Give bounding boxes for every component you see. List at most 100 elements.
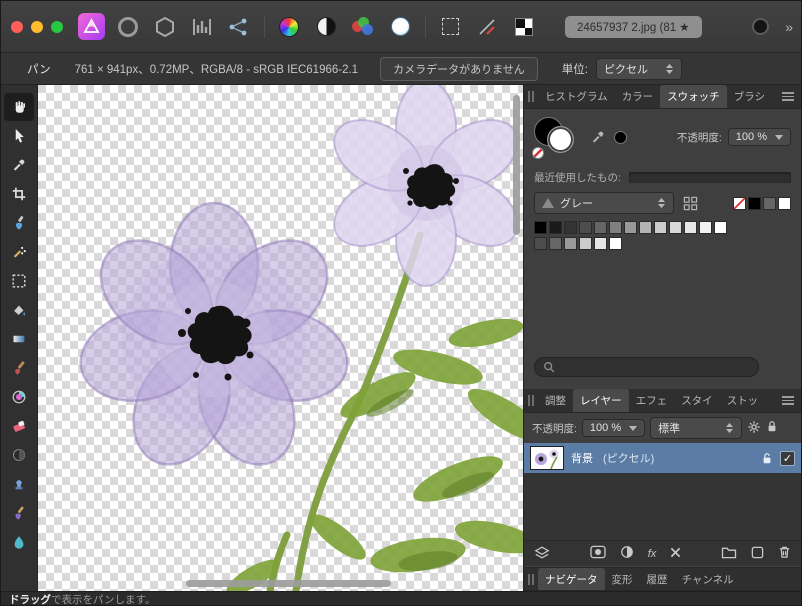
layer-thumbnail[interactable] bbox=[530, 446, 564, 470]
color-swatch[interactable] bbox=[714, 221, 727, 234]
canvas[interactable] bbox=[38, 85, 523, 591]
tab-histogram[interactable]: ヒストグラム bbox=[538, 85, 615, 108]
color-swatch[interactable] bbox=[579, 237, 592, 250]
color-swatch[interactable] bbox=[564, 237, 577, 250]
pixel-tool[interactable] bbox=[4, 383, 34, 411]
panel-grip-icon[interactable] bbox=[524, 389, 538, 412]
tab-layers[interactable]: レイヤー bbox=[573, 389, 629, 412]
swatch-category-dropdown[interactable]: グレー bbox=[534, 192, 674, 214]
crop-tool[interactable] bbox=[4, 180, 34, 208]
panel-menu-button[interactable] bbox=[782, 85, 801, 108]
color-swatch[interactable] bbox=[748, 197, 761, 210]
recent-swatches-strip[interactable] bbox=[629, 172, 791, 183]
color-swatch[interactable] bbox=[609, 237, 622, 250]
develop-persona-button[interactable] bbox=[151, 13, 179, 41]
swatch-grid-view-button[interactable] bbox=[680, 194, 700, 212]
blend-options-button[interactable] bbox=[747, 420, 761, 437]
auto-white-balance-button[interactable] bbox=[386, 13, 414, 41]
blend-mode-dropdown[interactable]: 標準 bbox=[650, 417, 742, 439]
color-swatch[interactable] bbox=[669, 221, 682, 234]
tab-transform[interactable]: 変形 bbox=[605, 568, 640, 590]
fill-stroke-selector[interactable] bbox=[534, 115, 590, 159]
blur-tool[interactable] bbox=[4, 528, 34, 556]
tab-channels[interactable]: チャンネル bbox=[675, 568, 741, 590]
tab-history[interactable]: 履歴 bbox=[640, 568, 675, 590]
panel-grip-icon[interactable] bbox=[524, 568, 538, 590]
tab-stock[interactable]: ストッ bbox=[720, 389, 766, 412]
unlock-icon[interactable] bbox=[761, 452, 773, 465]
color-swatch[interactable] bbox=[579, 221, 592, 234]
color-swatch[interactable] bbox=[699, 221, 712, 234]
camera-data-button[interactable]: カメラデータがありません bbox=[380, 57, 538, 81]
auto-contrast-button[interactable] bbox=[312, 13, 340, 41]
panel-grip-icon[interactable] bbox=[524, 85, 538, 108]
tone-mapping-persona-button[interactable] bbox=[188, 13, 216, 41]
color-swatch[interactable] bbox=[594, 237, 607, 250]
snapping-button[interactable] bbox=[473, 13, 501, 41]
tab-adjustments[interactable]: 調整 bbox=[538, 389, 573, 412]
flood-select-tool[interactable] bbox=[4, 238, 34, 266]
tab-effects[interactable]: エフェ bbox=[629, 389, 675, 412]
export-persona-button[interactable] bbox=[225, 13, 253, 41]
tab-color[interactable]: カラー bbox=[615, 85, 661, 108]
units-dropdown[interactable]: ピクセル bbox=[596, 58, 682, 80]
color-swatch[interactable] bbox=[763, 197, 776, 210]
swatch-search-input[interactable] bbox=[534, 357, 759, 377]
rectangular-marquee-tool[interactable] bbox=[4, 267, 34, 295]
new-layer-button[interactable] bbox=[751, 546, 764, 562]
erase-brush-tool[interactable] bbox=[4, 412, 34, 440]
color-picker-tool[interactable] bbox=[4, 151, 34, 179]
color-swatch[interactable] bbox=[534, 221, 547, 234]
minimize-window-button[interactable] bbox=[31, 21, 43, 33]
color-picker-icon[interactable] bbox=[590, 129, 606, 145]
layer-row-background[interactable]: 背景 (ピクセル) ✓ bbox=[524, 443, 801, 473]
liquify-persona-button[interactable] bbox=[114, 13, 142, 41]
color-swatch[interactable] bbox=[534, 237, 547, 250]
color-swatch[interactable] bbox=[684, 221, 697, 234]
tab-brushes[interactable]: ブラシ bbox=[727, 85, 772, 108]
add-mask-button[interactable] bbox=[590, 545, 606, 562]
paint-brush-tool[interactable] bbox=[4, 354, 34, 382]
photo-persona-button[interactable] bbox=[77, 13, 105, 41]
close-window-button[interactable] bbox=[11, 21, 23, 33]
picked-color-dot[interactable] bbox=[614, 131, 627, 144]
layer-opacity-dropdown[interactable]: 100 % bbox=[582, 419, 645, 437]
panel-menu-button[interactable] bbox=[782, 389, 801, 412]
remove-x-button[interactable] bbox=[670, 547, 681, 561]
document-title[interactable]: 24657937 2.jpg (81 ★ bbox=[565, 16, 702, 38]
color-swatch[interactable] bbox=[609, 221, 622, 234]
flood-fill-tool[interactable] bbox=[4, 296, 34, 324]
marquee-mode-button[interactable] bbox=[436, 13, 464, 41]
color-swatch[interactable] bbox=[564, 221, 577, 234]
view-hand-tool[interactable] bbox=[4, 93, 34, 121]
layer-visibility-checkbox[interactable]: ✓ bbox=[780, 451, 795, 466]
no-color-swatch[interactable] bbox=[733, 197, 746, 210]
vertical-scrollbar-thumb[interactable] bbox=[513, 95, 520, 235]
color-swatch[interactable] bbox=[594, 221, 607, 234]
live-filter-fx-button[interactable]: fx bbox=[648, 548, 657, 560]
blend-ranges-button[interactable] bbox=[534, 546, 550, 562]
swatch-opacity-dropdown[interactable]: 100 % bbox=[728, 128, 791, 146]
quick-mask-icon[interactable] bbox=[752, 18, 769, 35]
color-swatch[interactable] bbox=[624, 221, 637, 234]
color-swatch[interactable] bbox=[778, 197, 791, 210]
color-swatch[interactable] bbox=[549, 237, 562, 250]
healing-brush-tool[interactable] bbox=[4, 499, 34, 527]
color-swatch[interactable] bbox=[549, 221, 562, 234]
move-tool[interactable] bbox=[4, 122, 34, 150]
toolbar-overflow-icon[interactable]: » bbox=[785, 19, 791, 35]
dodge-burn-tool[interactable] bbox=[4, 441, 34, 469]
selection-brush-tool[interactable] bbox=[4, 209, 34, 237]
add-adjustment-button[interactable] bbox=[620, 545, 634, 562]
zoom-window-button[interactable] bbox=[51, 21, 63, 33]
color-swatch[interactable] bbox=[654, 221, 667, 234]
auto-levels-button[interactable] bbox=[275, 13, 303, 41]
color-swatch[interactable] bbox=[639, 221, 652, 234]
no-color-well[interactable] bbox=[532, 147, 544, 159]
gradient-tool[interactable] bbox=[4, 325, 34, 353]
stroke-color-well[interactable] bbox=[547, 126, 574, 153]
transparent-background-button[interactable] bbox=[510, 13, 538, 41]
auto-colors-button[interactable] bbox=[349, 13, 377, 41]
layer-lock-button[interactable] bbox=[766, 420, 778, 436]
new-group-button[interactable] bbox=[721, 546, 737, 562]
